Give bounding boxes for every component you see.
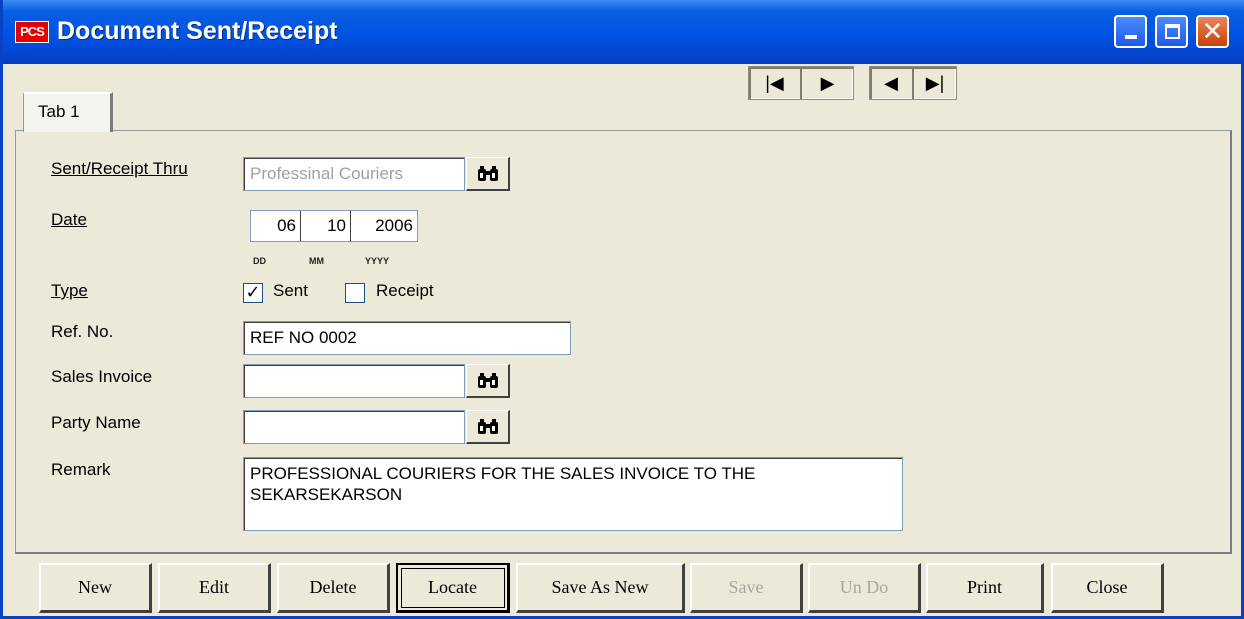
close-window-button[interactable]: ✕ [1196,15,1229,48]
minimize-icon [1125,35,1137,39]
date-day-field[interactable]: 06 [251,211,301,241]
receipt-checkbox[interactable] [345,283,365,303]
binoculars-icon [477,418,498,434]
sales-invoice-label: Sales Invoice [51,367,153,386]
print-button[interactable]: Print [926,563,1044,613]
sales-invoice-lookup-button[interactable] [466,364,510,398]
record-nav-right: ◀ ▶| [869,66,957,100]
close-button[interactable]: Close [1051,563,1164,613]
remark-textarea[interactable]: PROFESSIONAL COURIERS FOR THE SALES INVO… [243,457,903,531]
first-record-button[interactable]: |◀ [749,67,802,99]
binoculars-icon [477,165,498,181]
type-label: Type [51,281,88,300]
sent-receipt-thru-field[interactable]: Professinal Couriers [243,157,465,191]
date-month-hint: MM [309,256,324,266]
date-year-field[interactable]: 2006 [351,211,417,241]
next-record-button[interactable]: ▶ [802,67,853,99]
maximize-button[interactable] [1155,15,1188,48]
binoculars-icon [477,372,498,388]
sent-checkbox[interactable]: ✓ [243,283,263,303]
next-record-icon: ▶ [820,72,835,93]
app-icon: PCS [15,21,49,43]
date-day-hint: DD [253,256,266,266]
delete-button[interactable]: Delete [277,563,390,613]
previous-record-icon: ◀ [884,72,898,93]
receipt-checkbox-label[interactable]: Receipt [376,281,434,301]
sent-checkbox-label[interactable]: Sent [273,281,308,301]
remark-label: Remark [51,460,111,479]
previous-record-button[interactable]: ◀ [870,67,914,99]
party-name-label: Party Name [51,413,141,432]
undo-button[interactable]: Un Do [808,563,921,613]
first-record-icon: |◀ [765,72,784,93]
locate-button[interactable]: Locate [396,563,510,613]
sent-receipt-thru-lookup-button[interactable] [466,157,510,191]
sent-receipt-thru-label: Sent/Receipt Thru [51,159,188,178]
save-as-new-button[interactable]: Save As New [516,563,685,613]
tab-1-label: Tab 1 [38,102,80,121]
ref-no-label: Ref. No. [51,322,114,341]
minimize-button[interactable] [1114,15,1147,48]
party-name-lookup-button[interactable] [466,410,510,444]
date-year-hint: YYYY [365,256,390,266]
ref-no-input[interactable]: REF NO 0002 [243,321,571,355]
maximize-icon [1165,24,1180,39]
window-title: Document Sent/Receipt [57,17,338,45]
new-button[interactable]: New [39,563,152,613]
date-month-field[interactable]: 10 [301,211,351,241]
document-sent-receipt-window: PCS Document Sent/Receipt ✕ |◀ ▶ ◀ ▶| Ta… [0,0,1244,619]
save-button[interactable]: Save [690,563,803,613]
sales-invoice-input[interactable] [243,364,465,398]
party-name-input[interactable] [243,410,465,444]
last-record-button[interactable]: ▶| [914,67,956,99]
tab-1[interactable]: Tab 1 [23,92,113,132]
date-label: Date [51,210,87,229]
record-nav-left: |◀ ▶ [748,66,854,100]
edit-button[interactable]: Edit [158,563,271,613]
last-record-icon: ▶| [925,72,945,93]
close-icon: ✕ [1201,16,1224,46]
title-bar[interactable]: PCS Document Sent/Receipt ✕ [3,0,1244,64]
date-field[interactable]: 06 10 2006 [250,210,418,242]
